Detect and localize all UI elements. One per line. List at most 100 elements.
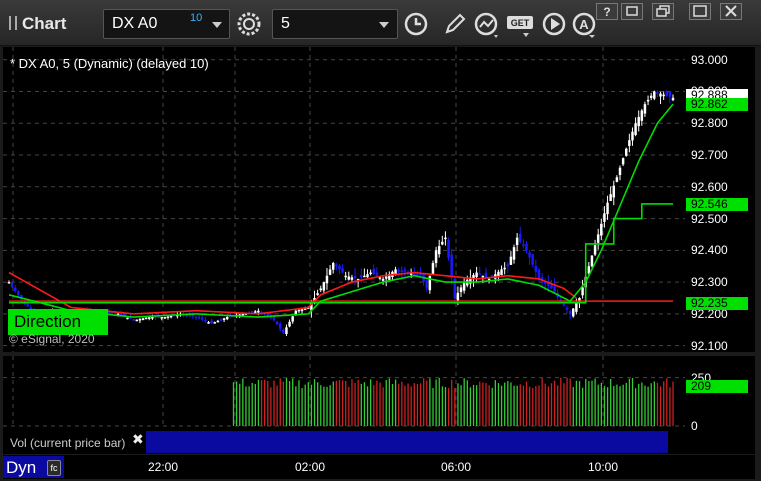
volume-bar: [257, 379, 260, 426]
green-moving-average: [8, 103, 674, 318]
volume-bar: [416, 383, 419, 426]
volume-bar: [276, 385, 278, 426]
volume-bar: [373, 385, 375, 426]
candle-body: [381, 278, 385, 281]
volume-bar: [663, 381, 665, 426]
volume-bar: [619, 386, 621, 426]
volume-bar: [438, 377, 440, 426]
symbol-input[interactable]: DX A0 10: [103, 9, 230, 39]
pencil-icon[interactable]: [439, 9, 469, 39]
candle-body: [372, 269, 375, 275]
clock-icon[interactable]: [401, 9, 431, 39]
candle-body: [512, 247, 516, 260]
interval-input[interactable]: 5: [272, 9, 398, 39]
volume-bar: [591, 380, 593, 426]
volume-bar: [260, 380, 263, 426]
candle-body: [637, 116, 640, 127]
volume-bar: [566, 377, 568, 426]
play-icon[interactable]: [539, 9, 569, 39]
candle-body: [316, 293, 319, 296]
candle-body: [531, 253, 534, 265]
volume-bar: [625, 382, 627, 426]
time-tick-label: 02:00: [295, 460, 326, 474]
volume-bar: [419, 383, 422, 426]
alert-icon[interactable]: A: [569, 9, 599, 39]
volume-bar: [578, 381, 581, 426]
candle-body: [13, 287, 17, 291]
chevron-down-icon[interactable]: [379, 22, 389, 28]
candle-body: [590, 255, 594, 267]
candle-body: [250, 311, 254, 313]
candle-body: [550, 284, 553, 289]
candle-body: [615, 177, 619, 182]
volume-bar: [519, 384, 521, 426]
volume-bar: [426, 380, 428, 426]
volume-bar: [644, 385, 646, 426]
price-tag: 92.546: [686, 197, 748, 211]
volume-study-bar: [146, 431, 668, 453]
restore-button[interactable]: [652, 3, 674, 20]
candle-body: [528, 252, 531, 258]
candle-body: [10, 282, 14, 287]
candle-body: [384, 276, 388, 279]
candle-body: [160, 317, 163, 319]
close-button[interactable]: [720, 3, 742, 20]
candle-body: [347, 276, 351, 280]
candle-body: [353, 275, 357, 279]
candle-body: [434, 250, 438, 264]
candle-body: [437, 246, 441, 255]
volume-bar: [569, 378, 571, 426]
volume-bar: [494, 380, 497, 426]
price-chart[interactable]: * DX A0, 5 (Dynamic) (delayed 10) Direct…: [3, 47, 685, 352]
volume-axis[interactable]: 250 0 209: [685, 356, 755, 454]
candle-body: [603, 213, 606, 222]
volume-bar: [463, 378, 465, 426]
maximize-button[interactable]: [689, 3, 711, 20]
link-button[interactable]: [621, 3, 643, 20]
volume-bar: [313, 379, 316, 426]
candle-body: [525, 243, 528, 251]
candle-body: [553, 286, 556, 293]
volume-bar: [351, 379, 353, 426]
volume-bar: [476, 385, 478, 426]
volume-bar: [544, 383, 546, 426]
indicator-icon[interactable]: [472, 9, 502, 39]
volume-bar: [435, 379, 437, 426]
candle-body: [500, 269, 503, 276]
red-moving-average: [8, 271, 577, 315]
volume-bar: [522, 385, 525, 426]
time-axis[interactable]: 22:00 02:00 06:00 10:00: [3, 455, 755, 479]
volume-bar: [550, 383, 553, 426]
volume-bar: [553, 380, 556, 426]
gear-icon[interactable]: [234, 9, 264, 39]
candle-body: [631, 131, 634, 141]
candle-body: [341, 268, 344, 273]
price-axis[interactable]: 93.00092.90092.80092.70092.60092.50092.4…: [685, 47, 755, 353]
volume-bar: [622, 384, 624, 426]
close-icon[interactable]: ✖: [132, 431, 144, 448]
volume-bar: [659, 386, 662, 426]
volume-bar: [363, 382, 366, 426]
candle-body: [656, 92, 659, 94]
candle-body: [222, 318, 226, 320]
symbol-text: DX A0: [112, 15, 158, 32]
volume-bar: [370, 379, 372, 426]
volume-bar: [345, 380, 347, 426]
candle-body: [609, 194, 612, 202]
volume-bar: [317, 382, 319, 426]
help-button[interactable]: ?: [596, 3, 618, 20]
candle-body: [490, 274, 494, 277]
volume-tick-label: 0: [691, 419, 698, 433]
candle-body: [400, 270, 404, 273]
volume-bar: [560, 377, 562, 426]
get-icon[interactable]: GET: [505, 9, 535, 39]
candle-body: [285, 327, 288, 335]
candle-body: [297, 309, 301, 312]
volume-bar: [242, 378, 244, 426]
volume-bar: [264, 379, 266, 426]
fc-icon[interactable]: fc: [47, 460, 61, 476]
volume-bar: [513, 385, 515, 426]
volume-bar: [413, 383, 415, 426]
volume-bar: [541, 378, 543, 426]
chevron-down-icon[interactable]: [212, 22, 222, 28]
